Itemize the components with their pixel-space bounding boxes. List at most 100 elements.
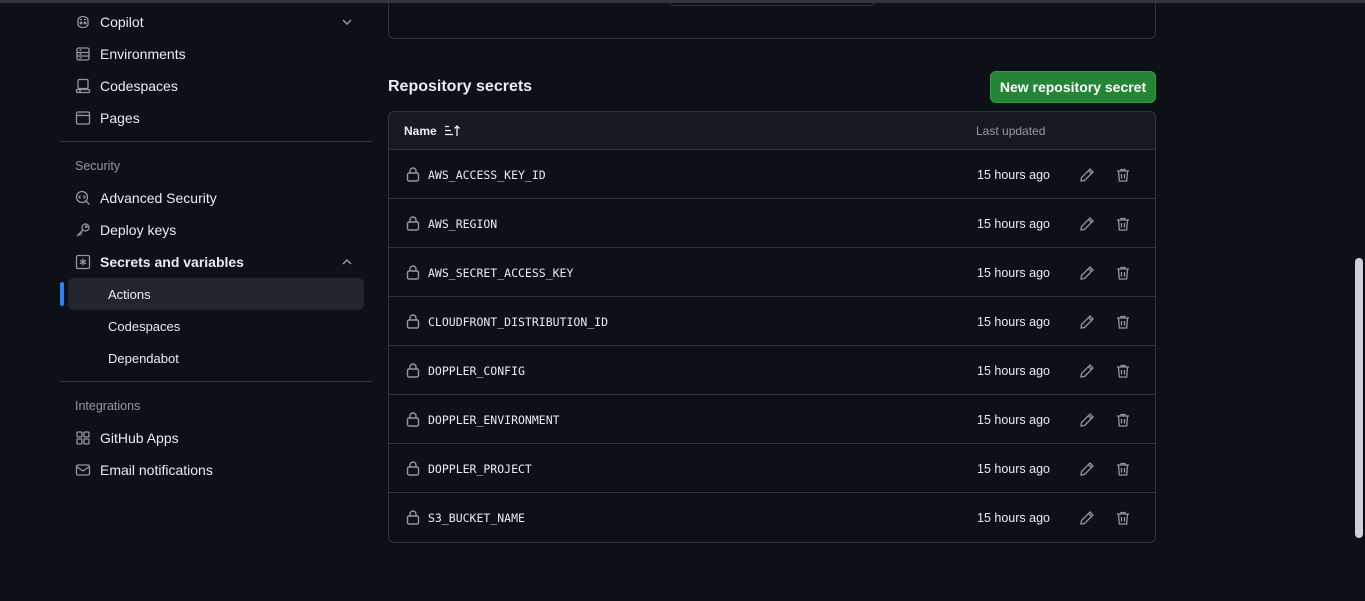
lock-icon — [405, 411, 421, 427]
secret-last-updated: 15 hours ago — [977, 462, 1050, 476]
secret-name: S3_BUCKET_NAME — [428, 511, 525, 525]
secret-last-updated: 15 hours ago — [977, 364, 1050, 378]
sidebar-item-deploy-keys[interactable]: Deploy keys — [60, 214, 372, 246]
table-row: DOPPLER_CONFIG 15 hours ago — [389, 346, 1155, 395]
delete-secret-button[interactable] — [1113, 410, 1133, 430]
codespaces-icon — [75, 78, 91, 94]
sidebar-item-label: Pages — [100, 110, 140, 126]
sidebar-subitem-label: Codespaces — [108, 318, 181, 334]
secret-name: AWS_SECRET_ACCESS_KEY — [428, 266, 574, 280]
delete-secret-button[interactable] — [1113, 263, 1133, 283]
table-row: AWS_SECRET_ACCESS_KEY 15 hours ago — [389, 248, 1155, 297]
sidebar-subitem-label: Dependabot — [108, 350, 179, 366]
lock-icon — [405, 509, 421, 525]
scrollbar-thumb[interactable] — [1355, 258, 1363, 538]
secret-last-updated: 15 hours ago — [977, 168, 1050, 182]
trash-icon — [1115, 216, 1131, 232]
key-asterisk-icon — [75, 254, 91, 270]
server-icon — [75, 46, 91, 62]
delete-secret-button[interactable] — [1113, 508, 1133, 528]
delete-secret-button[interactable] — [1113, 459, 1133, 479]
sidebar-item-label: Deploy keys — [100, 222, 177, 238]
chevron-down-icon[interactable] — [340, 15, 354, 29]
sidebar-heading-integrations: Integrations — [75, 399, 141, 413]
sidebar-item-codespaces[interactable]: Codespaces — [60, 70, 372, 102]
edit-secret-button[interactable] — [1077, 312, 1097, 332]
secret-name: DOPPLER_ENVIRONMENT — [428, 413, 560, 427]
new-repository-secret-button[interactable]: New repository secret — [990, 71, 1156, 103]
active-indicator — [60, 282, 64, 306]
edit-secret-button[interactable] — [1077, 263, 1097, 283]
sidebar-item-environments[interactable]: Environments — [60, 38, 372, 70]
pencil-icon — [1079, 363, 1095, 379]
secrets-table: Name Last updated AWS_ACCESS_KEY_ID 15 ho… — [388, 111, 1156, 543]
sidebar-item-label: Codespaces — [100, 78, 178, 94]
previous-section-control — [668, 0, 876, 6]
pencil-icon — [1079, 314, 1095, 330]
sidebar-item-advanced-security[interactable]: Advanced Security — [60, 182, 372, 214]
lock-icon — [405, 362, 421, 378]
table-row: DOPPLER_PROJECT 15 hours ago — [389, 444, 1155, 493]
codescan-icon — [75, 190, 91, 206]
table-row: S3_BUCKET_NAME 15 hours ago — [389, 493, 1155, 542]
column-header-last-updated: Last updated — [976, 124, 1046, 138]
key-icon — [75, 222, 91, 238]
table-row: AWS_ACCESS_KEY_ID 15 hours ago — [389, 150, 1155, 199]
section-title: Repository secrets — [388, 78, 533, 95]
apps-icon — [75, 430, 91, 446]
sidebar-item-secrets-and-variables[interactable]: Secrets and variables — [60, 246, 372, 278]
table-body: AWS_ACCESS_KEY_ID 15 hours ago AWS_REGION 1… — [389, 150, 1155, 542]
lock-icon — [405, 264, 421, 280]
delete-secret-button[interactable] — [1113, 312, 1133, 332]
trash-icon — [1115, 265, 1131, 281]
lock-icon — [405, 313, 421, 329]
pencil-icon — [1079, 412, 1095, 428]
edit-secret-button[interactable] — [1077, 410, 1097, 430]
edit-secret-button[interactable] — [1077, 214, 1097, 234]
lock-icon — [405, 460, 421, 476]
chevron-up-icon[interactable] — [340, 255, 354, 269]
secret-name: CLOUDFRONT_DISTRIBUTION_ID — [428, 315, 609, 329]
trash-icon — [1115, 314, 1131, 330]
sidebar-item-pages[interactable]: Pages — [60, 102, 372, 134]
delete-secret-button[interactable] — [1113, 165, 1133, 185]
secret-last-updated: 15 hours ago — [977, 413, 1050, 427]
sort-by-name-button[interactable]: Name — [404, 124, 462, 138]
sidebar-item-label: Secrets and variables — [100, 254, 244, 270]
table-row: AWS_REGION 15 hours ago — [389, 199, 1155, 248]
settings-sidebar: Copilot Environments Codespaces Pages Se… — [60, 6, 372, 486]
table-row: DOPPLER_ENVIRONMENT 15 hours ago — [389, 395, 1155, 444]
trash-icon — [1115, 363, 1131, 379]
trash-icon — [1115, 461, 1131, 477]
sidebar-item-email-notifications[interactable]: Email notifications — [60, 454, 372, 486]
browser-icon — [75, 110, 91, 126]
delete-secret-button[interactable] — [1113, 361, 1133, 381]
sidebar-subitem-actions[interactable]: Actions — [60, 278, 364, 310]
lock-icon — [405, 166, 421, 182]
pencil-icon — [1079, 265, 1095, 281]
table-row: CLOUDFRONT_DISTRIBUTION_ID 15 hours ago — [389, 297, 1155, 346]
edit-secret-button[interactable] — [1077, 508, 1097, 528]
pencil-icon — [1079, 461, 1095, 477]
edit-secret-button[interactable] — [1077, 459, 1097, 479]
sidebar-item-copilot[interactable]: Copilot — [60, 6, 372, 38]
secret-last-updated: 15 hours ago — [977, 315, 1050, 329]
column-header-name: Name — [404, 124, 437, 138]
sidebar-item-label: Environments — [100, 46, 186, 62]
sidebar-subitem-codespaces[interactable]: Codespaces — [68, 310, 364, 342]
secret-last-updated: 15 hours ago — [977, 511, 1050, 525]
sidebar-subitem-dependabot[interactable]: Dependabot — [68, 342, 364, 374]
delete-secret-button[interactable] — [1113, 214, 1133, 234]
trash-icon — [1115, 510, 1131, 526]
sidebar-item-label: Copilot — [100, 14, 144, 30]
trash-icon — [1115, 167, 1131, 183]
pencil-icon — [1079, 167, 1095, 183]
sidebar-item-label: Email notifications — [100, 462, 213, 478]
sort-ascending-icon — [444, 124, 462, 138]
edit-secret-button[interactable] — [1077, 165, 1097, 185]
edit-secret-button[interactable] — [1077, 361, 1097, 381]
sidebar-item-github-apps[interactable]: GitHub Apps — [60, 422, 372, 454]
secret-name: AWS_ACCESS_KEY_ID — [428, 168, 546, 182]
copilot-icon — [75, 14, 91, 30]
secret-last-updated: 15 hours ago — [977, 217, 1050, 231]
